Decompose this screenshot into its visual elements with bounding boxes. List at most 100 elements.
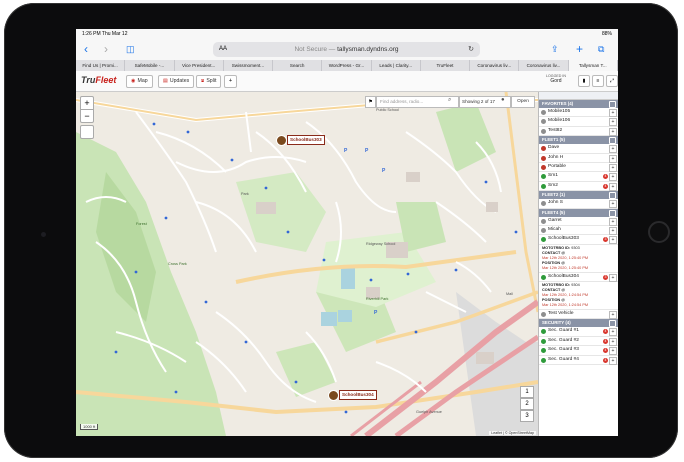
add-icon[interactable]: + xyxy=(609,109,617,117)
add-icon[interactable]: + xyxy=(609,328,617,337)
list-item[interactable]: Garret + xyxy=(539,217,618,226)
group-toggle-icon[interactable] xyxy=(609,192,616,200)
zoom-in-button[interactable]: + xyxy=(81,97,93,110)
group-header[interactable]: FAVORITES (4) xyxy=(539,100,618,108)
tab-coronavirus-1[interactable]: Coronavirus liv... xyxy=(470,60,520,71)
back-icon[interactable]: ‹ xyxy=(84,42,88,56)
add-icon[interactable]: + xyxy=(609,154,617,163)
map-control-1[interactable]: 1 xyxy=(520,386,534,398)
add-view-button[interactable]: + xyxy=(224,75,238,88)
asset-panel: FAVORITES (4) Mobile105 + Mobile106 + Test82 +… xyxy=(538,92,618,436)
map-control-3[interactable]: 3 xyxy=(520,410,534,422)
list-item[interactable]: SchoolBus304 3 + xyxy=(539,273,618,283)
tab-search[interactable]: Search xyxy=(273,60,323,71)
bookmarks-icon[interactable]: ◫ xyxy=(126,42,135,56)
tab-coronavirus-2[interactable]: Coronavirus liv... xyxy=(519,60,569,71)
list-item[interactable]: Mobile105 + xyxy=(539,108,618,118)
list-item[interactable]: Portable + xyxy=(539,163,618,173)
fullscreen-icon[interactable]: ⤢ xyxy=(606,75,618,87)
group-header[interactable]: FLEET1 (5) xyxy=(539,136,618,145)
add-icon[interactable]: + xyxy=(609,200,617,209)
group-toggle-icon[interactable] xyxy=(609,137,616,145)
add-icon[interactable]: + xyxy=(609,217,617,226)
add-icon[interactable]: + xyxy=(609,145,617,154)
add-icon[interactable]: + xyxy=(609,182,617,191)
group-header[interactable]: FLEET4 (5) xyxy=(539,208,618,217)
add-icon[interactable]: + xyxy=(609,163,617,172)
camera-dot xyxy=(41,232,46,237)
list-item[interactable]: Sec. Guard #2 4 + xyxy=(539,337,618,347)
zoom-out-button[interactable]: − xyxy=(81,110,93,122)
list-item[interactable]: Sec. Guard #3 4 + xyxy=(539,346,618,356)
search-icon[interactable]: ⌕ xyxy=(448,97,451,104)
list-item[interactable]: SchoolBus303 3 + xyxy=(539,235,618,245)
person-icon[interactable]: ● xyxy=(501,97,505,103)
group-header[interactable]: FLEET2 (1) xyxy=(539,191,618,200)
new-tab-icon[interactable]: + xyxy=(576,42,583,56)
status-gear-icon xyxy=(541,146,546,152)
status-gear-icon xyxy=(541,348,546,354)
group-toggle-icon[interactable] xyxy=(609,320,616,328)
map-label-hill: Riverhill Park xyxy=(366,297,389,301)
list-item[interactable]: John S + xyxy=(539,199,618,209)
home-button[interactable] xyxy=(648,221,670,243)
add-icon[interactable]: + xyxy=(609,127,617,136)
menu-list-icon[interactable]: ≡ xyxy=(592,75,604,87)
updates-button[interactable]: ▤ Updates xyxy=(158,75,195,88)
add-icon[interactable]: + xyxy=(609,236,617,245)
open-button[interactable]: Open xyxy=(511,96,535,108)
list-item[interactable]: Micah + xyxy=(539,226,618,236)
map-attribution[interactable]: Leaflet | © OpenStreetMap xyxy=(489,431,536,435)
reader-aa[interactable]: AA xyxy=(219,42,227,57)
map-label-forest: Forest xyxy=(136,222,147,226)
list-item[interactable]: Test Vehicle + xyxy=(539,310,618,320)
map-label-guelph: Guelph Avenue xyxy=(416,410,442,414)
add-icon[interactable]: + xyxy=(609,311,617,320)
item-name: Garret xyxy=(548,217,562,223)
tabs-overview-icon[interactable]: ⧉ xyxy=(598,42,604,56)
add-icon[interactable]: + xyxy=(609,347,617,356)
list-item[interactable]: Sec. Guard #1 4 + xyxy=(539,327,618,337)
list-item[interactable]: Mobile106 + xyxy=(539,117,618,127)
add-icon[interactable]: + xyxy=(609,226,617,235)
group-toggle-icon[interactable] xyxy=(609,101,616,108)
tab-wordpress[interactable]: WordPress - Gr... xyxy=(322,60,372,71)
address-search-input[interactable]: Find address, radio... xyxy=(376,96,459,108)
add-icon[interactable]: + xyxy=(609,173,617,182)
reload-icon[interactable]: ↻ xyxy=(468,42,474,57)
tablet-frame: 1:26 PM Thu Mar 12 88% ‹ › ◫ AA Not Secu… xyxy=(4,3,678,458)
signal-icon[interactable]: ▮ xyxy=(578,75,590,87)
list-item[interactable]: Sec. Guard #4 4 + xyxy=(539,356,618,366)
map-view[interactable]: PP PP Public School Ridgeway School Park… xyxy=(76,92,538,436)
split-button[interactable]: ⧈ Split xyxy=(196,75,222,88)
add-icon[interactable]: + xyxy=(609,356,617,365)
flag-icon[interactable]: ⚑ xyxy=(365,96,376,108)
forward-icon[interactable]: › xyxy=(104,42,108,56)
status-gear-icon xyxy=(541,237,546,243)
layers-icon[interactable] xyxy=(80,125,94,139)
map-control-2[interactable]: 2 xyxy=(520,398,534,410)
group-toggle-icon[interactable] xyxy=(609,209,616,217)
tab-trufleet[interactable]: TruFleet xyxy=(421,60,471,71)
list-item[interactable]: John H + xyxy=(539,154,618,163)
list-item[interactable]: Sm2 4 + xyxy=(539,182,618,192)
list-item[interactable]: Dave + xyxy=(539,144,618,154)
map-button[interactable]: ◉ Map xyxy=(126,75,153,88)
share-icon[interactable]: ⇪ xyxy=(551,42,559,56)
item-name: Portable xyxy=(548,163,566,169)
list-item[interactable]: Test82 + xyxy=(539,127,618,137)
tab-swissmoment[interactable]: Swissmoment... xyxy=(224,60,274,71)
tab-safemobile[interactable]: SafeMobile -... xyxy=(125,60,175,71)
tab-find-us[interactable]: Find Us | Promi... xyxy=(76,60,126,71)
status-gear-icon xyxy=(541,164,546,170)
add-icon[interactable]: + xyxy=(609,337,617,346)
group-header-security[interactable]: SECURITY (4) xyxy=(539,319,618,328)
map-label-mall: Mall xyxy=(506,292,513,296)
tab-tallysman[interactable]: Tallysman T... xyxy=(568,60,618,71)
address-bar[interactable]: AA Not Secure — tallysman.dyndns.org ↻ xyxy=(213,42,480,57)
tab-leads[interactable]: Leads | Clarity... xyxy=(372,60,421,71)
add-icon[interactable]: + xyxy=(609,118,617,127)
add-icon[interactable]: + xyxy=(609,273,617,282)
list-item[interactable]: Sm1 4 + xyxy=(539,172,618,182)
tab-vice-president[interactable]: Vice President... xyxy=(175,60,224,71)
